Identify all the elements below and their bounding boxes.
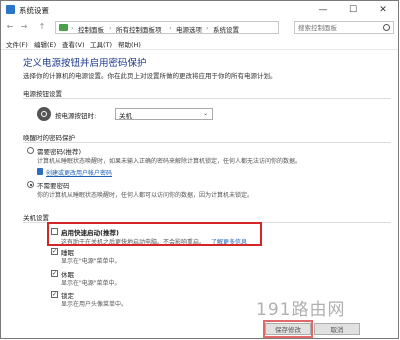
search-icon[interactable] (383, 24, 390, 31)
menu-file[interactable]: 文件(F) (6, 39, 28, 49)
title-bar: 系统设置 — ☐ ✕ (1, 1, 398, 19)
menu-help[interactable]: 帮助(H) (118, 39, 141, 49)
power-button-section-title: 电源按钮设置 (23, 90, 62, 98)
breadcrumb-separator: › (109, 24, 112, 32)
forward-arrow-icon[interactable]: → (19, 22, 29, 31)
shutdown-section-title: 关机设置 (23, 214, 49, 222)
menu-edit[interactable]: 编辑(E) (34, 39, 56, 49)
breadcrumb-separator: › (169, 24, 172, 32)
save-changes-button[interactable]: 保存修改 (265, 323, 311, 335)
cancel-button[interactable]: 取消 (314, 323, 360, 335)
breadcrumb-separator: › (71, 24, 74, 32)
menu-tools[interactable]: 工具(T) (90, 39, 112, 49)
breadcrumb-all-items[interactable]: 所有控制面板项 (116, 24, 162, 34)
search-box[interactable] (294, 21, 394, 34)
require-password-desc: 计算机从睡眠状态唤醒时，如果未输入正确的密码来解除计算机锁定，任何人都无法访问你… (37, 158, 302, 165)
lock-desc: 显示在用户头像菜单中。 (61, 301, 128, 308)
minimize-button[interactable]: — (308, 1, 338, 19)
folder-icon (59, 24, 68, 31)
wake-password-section-title: 唤醒时的密码保护 (23, 134, 75, 142)
breadcrumb-power-options[interactable]: 电源选项 (176, 24, 202, 34)
shield-icon (37, 168, 43, 175)
hibernate-checkbox[interactable]: ✓ (51, 270, 58, 277)
address-bar[interactable]: › 控制面板 › 所有控制面板项 › 电源选项 › 系统设置 (55, 21, 279, 34)
require-password-radio[interactable] (27, 147, 34, 154)
hibernate-desc: 显示在"电源"菜单中。 (61, 280, 121, 287)
menu-bar: 文件(F) 编辑(E) 查看(V) 工具(T) 帮助(H) (1, 38, 398, 49)
menu-view[interactable]: 查看(V) (62, 39, 85, 49)
no-password-radio[interactable] (27, 181, 34, 188)
breadcrumb-system-settings[interactable]: 系统设置 (213, 24, 239, 34)
change-password-link[interactable]: 创建或更改用户帐户密码 (46, 168, 112, 177)
breadcrumb-control-panel[interactable]: 控制面板 (78, 24, 104, 34)
close-button[interactable]: ✕ (368, 1, 398, 19)
divider (23, 98, 391, 99)
search-input[interactable] (298, 23, 378, 32)
watermark: 191路由网 (256, 300, 346, 320)
page-title: 定义电源按钮并启用密码保护 (23, 58, 147, 69)
control-panel-icon (6, 5, 15, 14)
no-password-desc: 你的计算机从睡眠状态唤醒时，任何人都可以访问你的数据，因为计算机未锁定。 (37, 192, 254, 199)
sleep-checkbox[interactable]: ✓ (51, 248, 58, 255)
system-settings-window: 系统设置 — ☐ ✕ ← → ↑ › 控制面板 › 所有控制面板项 › 电源选项… (0, 0, 399, 339)
up-arrow-icon[interactable]: ↑ (37, 22, 47, 31)
fast-startup-highlight-box (47, 222, 262, 246)
address-row: ← → ↑ › 控制面板 › 所有控制面板项 › 电源选项 › 系统设置 (1, 19, 398, 37)
power-icon (37, 107, 51, 121)
divider (23, 142, 391, 143)
select-value: 关机 (119, 112, 132, 120)
sleep-desc: 显示在"电源"菜单中。 (61, 258, 121, 265)
power-button-action-select[interactable]: 关机 ⌄ (115, 108, 213, 120)
maximize-button[interactable]: ☐ (338, 1, 368, 19)
chevron-down-icon: ⌄ (202, 110, 208, 117)
no-password-label: 不需要密码 (37, 182, 70, 190)
page-subtitle: 选择你的计算机的电源设置。你在此页上对设置所做的更改将应用于你的所有电源计划。 (23, 72, 277, 80)
power-button-label: 按电源按钮时: (55, 112, 97, 120)
breadcrumb-separator: › (206, 24, 209, 32)
lock-checkbox[interactable]: ✓ (51, 291, 58, 298)
back-arrow-icon[interactable]: ← (5, 22, 15, 31)
window-title: 系统设置 (19, 6, 49, 15)
require-password-label: 需要密码(推荐) (37, 148, 82, 156)
